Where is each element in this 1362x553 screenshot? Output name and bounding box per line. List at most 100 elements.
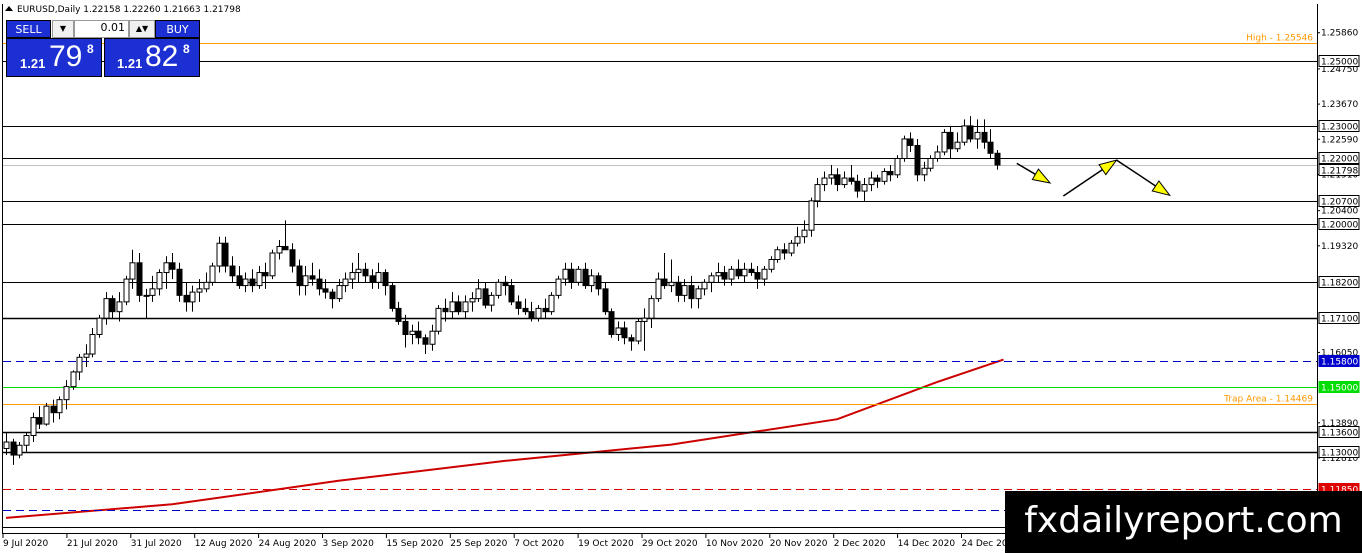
price-tick-label: 1.23670: [1321, 100, 1358, 110]
candle-body: [475, 288, 482, 300]
candle-body: [96, 317, 103, 335]
candle-body: [23, 434, 30, 446]
candle-body: [788, 242, 795, 254]
sell-price-fraction: 8: [87, 42, 94, 56]
buy-button[interactable]: BUY: [155, 20, 200, 38]
level-text-label: High - 1.25546: [1246, 34, 1313, 44]
sell-price-box[interactable]: 1.21 79 8: [6, 38, 102, 77]
candle-body: [429, 330, 436, 345]
candle-body: [535, 307, 542, 319]
price-tick-label: 1.20400: [1321, 207, 1358, 217]
price-chart[interactable]: EURUSD,Daily 1.22158 1.22260 1.21663 1.2…: [0, 0, 1362, 553]
price-tick-label: 1.22590: [1321, 135, 1358, 145]
candle: [389, 282, 396, 312]
candle-body: [741, 268, 748, 277]
candle-body: [355, 268, 362, 274]
candle-body: [648, 298, 655, 319]
time-axis-label: 10 Nov 2020: [706, 539, 764, 549]
candle-body: [369, 275, 376, 283]
candle-body: [994, 152, 1001, 166]
candle-body: [828, 174, 835, 179]
candle-body: [109, 298, 116, 313]
candle-body: [841, 177, 848, 186]
candle: [435, 305, 442, 335]
candle-body: [748, 268, 755, 274]
candle-body: [947, 131, 954, 150]
candle-body: [342, 278, 349, 287]
time-axis-label: 21 Jul 2020: [67, 539, 118, 549]
candle-body: [89, 333, 96, 355]
candle-body: [30, 417, 37, 436]
candle-body: [834, 174, 841, 186]
candle-body: [562, 268, 569, 280]
candle-body: [329, 291, 336, 300]
candle-body: [322, 288, 329, 293]
candle-body: [382, 272, 389, 287]
candle-body: [987, 141, 994, 154]
time-axis-label: 19 Oct 2020: [578, 539, 634, 549]
candle-body: [861, 184, 868, 192]
candle-body: [183, 294, 190, 303]
candle-body: [196, 288, 203, 293]
candle-body: [435, 307, 442, 332]
candle-body: [621, 327, 628, 339]
candle: [548, 292, 555, 315]
buy-price-box[interactable]: 1.21 82 8: [104, 38, 200, 77]
time-axis-label: 12 Aug 2020: [195, 539, 253, 549]
candle-body: [375, 272, 382, 283]
candle: [70, 370, 77, 390]
lot-size-input[interactable]: 0.01: [74, 20, 129, 38]
candle-body: [768, 259, 775, 270]
candle-body: [688, 285, 695, 300]
price-tick-label: 1.19320: [1321, 242, 1358, 252]
candle-body: [362, 268, 369, 277]
time-axis-label: 9 Jul 2020: [3, 539, 48, 549]
candle-body: [83, 353, 90, 358]
level-price-label: 1.22000: [1321, 155, 1358, 165]
candle-body: [336, 285, 343, 300]
candle-body: [608, 311, 615, 335]
buy-price-prefix: 1.21: [117, 56, 143, 71]
candle-body: [695, 288, 702, 300]
time-axis-label: 2 Dec 2020: [834, 539, 886, 549]
candle-body: [981, 131, 988, 143]
time-axis-label: 24 Aug 2020: [259, 539, 317, 549]
candle-body: [149, 288, 156, 296]
level-price-label: 1.18200: [1321, 279, 1358, 289]
candle: [575, 266, 582, 286]
candle-body: [582, 268, 589, 287]
lot-spinner-icon[interactable]: ▲▼: [129, 20, 155, 38]
candle: [555, 275, 562, 299]
current-price-label: 1.21798: [1321, 167, 1358, 177]
candle-body: [269, 252, 276, 277]
candle-body: [907, 138, 914, 146]
sell-price-pips: 79: [49, 40, 83, 73]
time-axis-label: 31 Jul 2020: [131, 539, 182, 549]
candle-body: [276, 245, 283, 254]
candle-body: [116, 301, 123, 313]
candle-body: [256, 272, 263, 287]
candle-body: [222, 242, 229, 267]
candle-body: [63, 386, 70, 401]
candle-body: [635, 320, 642, 342]
candle-body: [229, 265, 236, 277]
lot-dropdown-icon[interactable]: ▼: [52, 20, 74, 38]
candle-body: [482, 288, 489, 306]
candle-body: [349, 272, 356, 280]
candle-body: [874, 177, 881, 182]
candle-body: [761, 268, 768, 280]
candle-body: [615, 327, 622, 335]
candle-body: [854, 180, 861, 192]
candle-body: [794, 236, 801, 244]
candle-body: [282, 245, 289, 251]
level-price-label: 1.20700: [1321, 198, 1358, 208]
candle-body: [602, 288, 609, 313]
time-axis-label: 20 Nov 2020: [770, 539, 828, 549]
candle-body: [508, 285, 515, 303]
candle-body: [641, 317, 648, 322]
candle-body: [961, 125, 968, 143]
time-axis-label: 3 Sep 2020: [323, 539, 375, 549]
candle-body: [588, 275, 595, 287]
candle: [209, 262, 216, 286]
sell-button[interactable]: SELL: [6, 20, 51, 38]
